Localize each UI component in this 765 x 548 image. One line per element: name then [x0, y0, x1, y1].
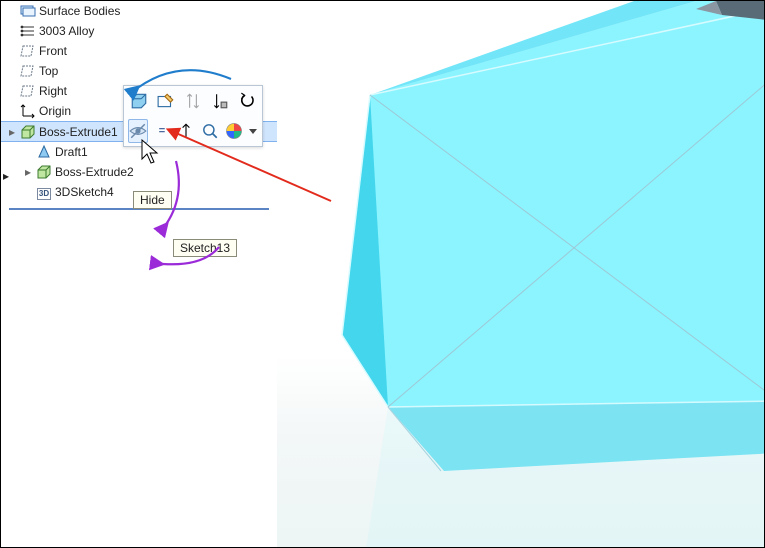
- expand-caret[interactable]: ▸: [3, 169, 9, 183]
- sketch3d-icon: 3D: [35, 185, 53, 200]
- appearance-dropdown[interactable]: [248, 119, 258, 143]
- extrude-icon: [19, 124, 37, 140]
- origin-icon: [19, 103, 37, 119]
- hide-button[interactable]: [128, 119, 148, 143]
- tree-item-label: 3003 Alloy: [37, 24, 94, 38]
- rollback-button[interactable]: [235, 89, 258, 113]
- material-icon: [19, 23, 37, 39]
- edit-sketch-button[interactable]: [155, 89, 178, 113]
- viewport-3d[interactable]: [276, 1, 764, 547]
- draft-icon: [35, 144, 53, 160]
- plane-icon: [19, 83, 37, 99]
- surfaces-icon: [19, 3, 37, 19]
- tooltip-hide: Hide: [133, 191, 172, 209]
- context-toolbar: =: [123, 85, 263, 147]
- tree-item-label: Surface Bodies: [37, 4, 120, 18]
- tree-item-label: Boss-Extrude1: [37, 125, 118, 139]
- tree-item-label: 3DSketch4: [53, 185, 114, 199]
- isolate-button[interactable]: =: [152, 119, 172, 143]
- tree-item-material[interactable]: 3003 Alloy: [1, 21, 277, 41]
- tree-item-label: Origin: [37, 104, 71, 118]
- flip-direction-button[interactable]: [182, 89, 205, 113]
- zoom-to-selection-button[interactable]: [200, 119, 220, 143]
- tree-item-label: Right: [37, 84, 67, 98]
- tree-item-label: Draft1: [53, 145, 88, 159]
- plane-icon: [19, 43, 37, 59]
- appearance-button[interactable]: [224, 119, 244, 143]
- edit-feature-button[interactable]: [128, 89, 151, 113]
- tree-item-boss-extrude2[interactable]: ▸ Boss-Extrude2: [1, 162, 277, 182]
- suppress-button[interactable]: [208, 89, 231, 113]
- feature-tree[interactable]: Surface Bodies 3003 Alloy Front Top Righ…: [1, 1, 277, 548]
- tree-item-label: Boss-Extrude2: [53, 165, 134, 179]
- tooltip-sketch13: Sketch13: [173, 239, 237, 257]
- extrude-icon: [35, 164, 53, 180]
- plane-icon: [19, 63, 37, 79]
- tree-item-top-plane[interactable]: Top: [1, 61, 277, 81]
- tree-item-label: Top: [37, 64, 58, 78]
- tree-item-surface-bodies[interactable]: Surface Bodies: [1, 1, 277, 21]
- tree-item-front-plane[interactable]: Front: [1, 41, 277, 61]
- normal-to-button[interactable]: [176, 119, 196, 143]
- tree-item-label: Front: [37, 44, 67, 58]
